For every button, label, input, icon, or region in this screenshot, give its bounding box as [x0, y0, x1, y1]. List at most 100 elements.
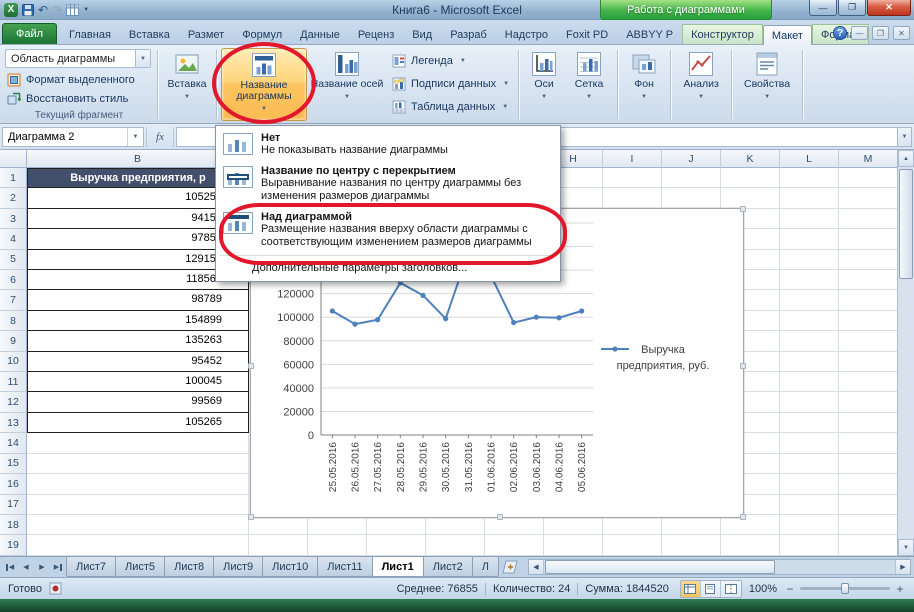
column-header-L[interactable]: L [780, 150, 839, 168]
row-header-7[interactable]: 7 [0, 290, 27, 310]
chart-title-button[interactable]: Название диаграммы ▼ [221, 48, 307, 121]
tab-ABBYY P[interactable]: ABBYY P [617, 24, 682, 44]
tab-Вид[interactable]: Вид [403, 24, 441, 44]
menu-item-none[interactable]: НетНе показывать название диаграммы [216, 128, 560, 161]
insert-sheet-button[interactable] [498, 557, 522, 577]
normal-view-button[interactable] [681, 581, 701, 597]
cell-B11[interactable]: 100045 [27, 372, 249, 392]
row-header-9[interactable]: 9 [0, 331, 27, 351]
cell-M7[interactable] [839, 290, 897, 310]
zoom-in-icon[interactable]: + [894, 583, 906, 595]
tab-Главная[interactable]: Главная [60, 24, 120, 44]
chart-elements-combobox[interactable]: Область диаграммы ▼ [5, 49, 151, 68]
row-header-4[interactable]: 4 [0, 229, 27, 249]
qat-dropdown-icon[interactable]: ▼ [83, 7, 89, 13]
cell-M19[interactable] [839, 535, 897, 555]
chart-resize-handle[interactable] [248, 514, 254, 520]
reset-style-button[interactable]: Восстановить стиль [5, 89, 153, 108]
row-header-3[interactable]: 3 [0, 209, 27, 229]
cell-B14[interactable] [27, 433, 249, 453]
cell-L17[interactable] [780, 495, 839, 515]
row-header-1[interactable]: 1 [0, 168, 27, 188]
zoom-level[interactable]: 100% [749, 583, 777, 595]
legend-button[interactable]: Легенда ▼ [389, 50, 512, 71]
cell-B12[interactable]: 99569 [27, 392, 249, 412]
help-icon[interactable]: ? [833, 26, 847, 40]
cell-M8[interactable] [839, 311, 897, 331]
cell-M9[interactable] [839, 331, 897, 351]
cell-M17[interactable] [839, 495, 897, 515]
cell-L9[interactable] [780, 331, 839, 351]
tab-Конструктор[interactable]: Конструктор [682, 24, 763, 44]
row-header-17[interactable]: 17 [0, 495, 27, 515]
cell-M2[interactable] [839, 188, 897, 208]
cell-M18[interactable] [839, 515, 897, 535]
sheet-tab-Лист7[interactable]: Лист7 [66, 557, 116, 577]
row-header-10[interactable]: 10 [0, 352, 27, 372]
restore-workbook-icon[interactable]: ❐ [872, 26, 889, 40]
tab-Вставка[interactable]: Вставка [120, 24, 179, 44]
cell-L15[interactable] [780, 454, 839, 474]
cell-K19[interactable] [721, 535, 780, 555]
row-header-16[interactable]: 16 [0, 474, 27, 494]
cell-M1[interactable] [839, 168, 897, 188]
cell-C19[interactable] [249, 535, 308, 555]
cell-B18[interactable] [27, 515, 249, 535]
cell-I19[interactable] [603, 535, 662, 555]
cell-K1[interactable] [721, 168, 780, 188]
cell-L7[interactable] [780, 290, 839, 310]
axes-button[interactable]: Оси ▼ [523, 48, 565, 121]
minimize-button[interactable]: — [809, 0, 837, 16]
column-header-J[interactable]: J [662, 150, 721, 168]
cell-M3[interactable] [839, 209, 897, 229]
vertical-scrollbar[interactable]: ▲ ▼ [897, 150, 914, 556]
sheet-tab-Лист9[interactable]: Лист9 [213, 557, 263, 577]
vertical-scrollbar-track[interactable] [898, 281, 914, 539]
menu-item-above-chart[interactable]: Над диаграммойРазмещение названия вверху… [216, 207, 560, 253]
macro-record-icon[interactable] [49, 582, 62, 595]
horizontal-scrollbar-thumb[interactable] [545, 560, 775, 574]
chart-resize-handle[interactable] [248, 363, 254, 369]
row-header-5[interactable]: 5 [0, 250, 27, 270]
row-header-18[interactable]: 18 [0, 515, 27, 535]
cell-L19[interactable] [780, 535, 839, 555]
cell-I1[interactable] [603, 168, 662, 188]
cell-B17[interactable] [27, 495, 249, 515]
cell-H19[interactable] [544, 535, 603, 555]
zoom-out-icon[interactable]: − [784, 583, 796, 595]
tab-Разраб[interactable]: Разраб [441, 24, 496, 44]
minimize-workbook-icon[interactable]: — [851, 26, 868, 40]
cell-D19[interactable] [308, 535, 367, 555]
cell-K2[interactable] [721, 188, 780, 208]
cell-M12[interactable] [839, 392, 897, 412]
horizontal-scrollbar-track[interactable] [776, 560, 895, 574]
horizontal-scrollbar[interactable]: ◀ ▶ [528, 559, 911, 575]
cell-B9[interactable]: 135263 [27, 331, 249, 351]
cell-L3[interactable] [780, 209, 839, 229]
cell-L8[interactable] [780, 311, 839, 331]
cell-L13[interactable] [780, 413, 839, 433]
sheet-tab-Лист11[interactable]: Лист11 [317, 557, 372, 577]
column-header-K[interactable]: K [721, 150, 780, 168]
row-header-2[interactable]: 2 [0, 188, 27, 208]
cell-L12[interactable] [780, 392, 839, 412]
background-button[interactable]: Фон ▼ [622, 48, 666, 121]
gridlines-button[interactable]: Сетка ▼ [565, 48, 613, 121]
undo-icon[interactable]: ↶ [38, 4, 48, 16]
close-button[interactable]: ✕ [867, 0, 911, 16]
tab-file[interactable]: Файл [2, 23, 57, 44]
menu-item-centered-overlay[interactable]: Название по центру с перекрытиемВыравнив… [216, 161, 560, 207]
page-layout-view-button[interactable] [701, 581, 721, 597]
zoom-slider-thumb[interactable] [841, 583, 849, 594]
last-sheet-button[interactable]: ▶ [50, 557, 66, 577]
cell-B16[interactable] [27, 474, 249, 494]
chart-resize-handle[interactable] [740, 206, 746, 212]
cell-M14[interactable] [839, 433, 897, 453]
tab-Foxit PD[interactable]: Foxit PD [557, 24, 617, 44]
cell-J1[interactable] [662, 168, 721, 188]
cell-F19[interactable] [426, 535, 485, 555]
zoom-slider-track[interactable] [800, 587, 890, 590]
next-sheet-button[interactable]: ▶ [34, 557, 50, 577]
cell-M11[interactable] [839, 372, 897, 392]
cell-M4[interactable] [839, 229, 897, 249]
